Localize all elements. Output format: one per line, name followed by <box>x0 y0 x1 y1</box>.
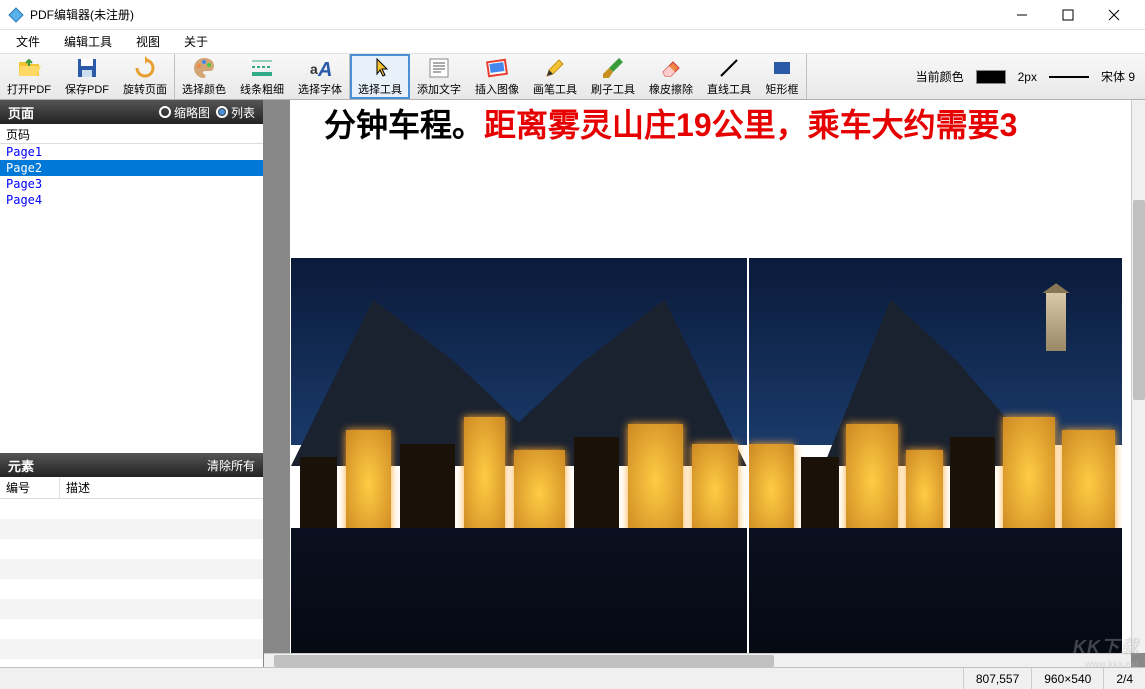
vertical-scrollbar[interactable] <box>1131 100 1145 653</box>
page-item[interactable]: Page4 <box>0 192 263 208</box>
view-thumbnail-radio[interactable]: 缩略图 <box>159 104 210 121</box>
current-color-swatch[interactable] <box>976 70 1006 84</box>
titlebar: PDF编辑器(未注册) <box>0 0 1145 30</box>
side-panel: 页面 缩略图 列表 页码 Page1 Page2 Page3 Page4 元素 … <box>0 100 264 667</box>
app-icon <box>8 7 24 23</box>
pointer-icon <box>368 56 392 80</box>
save-pdf-button[interactable]: 保存PDF <box>58 54 116 99</box>
rect-tool-button[interactable]: 矩形框 <box>758 54 806 99</box>
pagoda-icon <box>1046 291 1066 351</box>
table-row[interactable] <box>0 559 263 579</box>
line-tool-button[interactable]: 直线工具 <box>700 54 758 99</box>
save-icon <box>75 56 99 80</box>
stroke-preview <box>1049 76 1089 78</box>
elements-table-body <box>0 499 263 667</box>
font-icon: aA <box>308 56 332 80</box>
document-image[interactable] <box>291 258 747 667</box>
toolbar-status: 当前颜色 2px 宋体 9 <box>906 68 1145 85</box>
choose-color-button[interactable]: 选择颜色 <box>175 54 233 99</box>
status-coordinates: 807,557 <box>963 668 1031 689</box>
palette-icon <box>192 56 216 80</box>
open-pdf-button[interactable]: 打开PDF <box>0 54 58 99</box>
document-image[interactable] <box>749 258 1122 667</box>
add-text-button[interactable]: 添加文字 <box>410 54 468 99</box>
folder-open-icon <box>17 56 41 80</box>
svg-text:A: A <box>317 59 332 80</box>
current-color-label: 当前颜色 <box>916 68 964 85</box>
page-list: Page1 Page2 Page3 Page4 <box>0 144 263 453</box>
pages-panel-header: 页面 缩略图 列表 <box>0 100 263 124</box>
select-tool-button[interactable]: 选择工具 <box>350 54 410 99</box>
clear-all-button[interactable]: 清除所有 <box>207 457 255 474</box>
svg-text:a: a <box>310 61 318 77</box>
table-row[interactable] <box>0 619 263 639</box>
horizontal-scrollbar[interactable] <box>264 653 1131 667</box>
brush-icon <box>601 56 625 80</box>
choose-font-button[interactable]: aA 选择字体 <box>291 54 349 99</box>
table-row[interactable] <box>0 539 263 559</box>
current-font-label: 宋体 9 <box>1101 68 1135 85</box>
rotate-icon <box>133 56 157 80</box>
elements-table-header: 编号 描述 <box>0 477 263 499</box>
document-text[interactable]: 分钟车程。 <box>324 107 484 143</box>
brush-tool-button[interactable]: 刷子工具 <box>584 54 642 99</box>
text-lines-icon <box>427 56 451 80</box>
status-page: 2/4 <box>1103 668 1145 689</box>
pen-tool-button[interactable]: 画笔工具 <box>526 54 584 99</box>
page-item[interactable]: Page3 <box>0 176 263 192</box>
view-list-radio[interactable]: 列表 <box>216 104 255 121</box>
eraser-tool-button[interactable]: 橡皮擦除 <box>642 54 700 99</box>
line-weight-icon <box>250 56 274 80</box>
menubar: 文件 编辑工具 视图 关于 <box>0 30 1145 54</box>
page-list-column-header: 页码 <box>0 124 263 144</box>
pencil-icon <box>543 56 567 80</box>
statusbar: 807,557 960×540 2/4 <box>0 667 1145 689</box>
table-row[interactable] <box>0 499 263 519</box>
image-icon <box>485 56 509 80</box>
table-row[interactable] <box>0 579 263 599</box>
window-title: PDF编辑器(未注册) <box>30 6 999 23</box>
menu-about[interactable]: 关于 <box>172 29 220 54</box>
table-row[interactable] <box>0 639 263 659</box>
line-icon <box>717 56 741 80</box>
table-row[interactable] <box>0 519 263 539</box>
stroke-width-label: 2px <box>1018 70 1037 84</box>
status-dimensions: 960×540 <box>1031 668 1103 689</box>
elements-panel-header: 元素 清除所有 <box>0 453 263 477</box>
page-item[interactable]: Page1 <box>0 144 263 160</box>
menu-edit-tools[interactable]: 编辑工具 <box>52 29 124 54</box>
eraser-icon <box>659 56 683 80</box>
maximize-button[interactable] <box>1045 0 1091 30</box>
rect-icon <box>770 56 794 80</box>
close-button[interactable] <box>1091 0 1137 30</box>
document-canvas[interactable]: 分钟车程。距离雾灵山庄19公里，乘车大约需要3 <box>264 100 1145 667</box>
insert-image-button[interactable]: 插入图像 <box>468 54 526 99</box>
menu-view[interactable]: 视图 <box>124 29 172 54</box>
rotate-page-button[interactable]: 旋转页面 <box>116 54 174 99</box>
toolbar: 打开PDF 保存PDF 旋转页面 选择颜色 线条粗细 aA 选择字体 选择工具 <box>0 54 1145 100</box>
minimize-button[interactable] <box>999 0 1045 30</box>
line-weight-button[interactable]: 线条粗细 <box>233 54 291 99</box>
document-text-highlight[interactable]: 距离雾灵山庄19公里，乘车大约需要3 <box>484 107 1017 143</box>
page-item[interactable]: Page2 <box>0 160 263 176</box>
menu-file[interactable]: 文件 <box>4 29 52 54</box>
table-row[interactable] <box>0 599 263 619</box>
